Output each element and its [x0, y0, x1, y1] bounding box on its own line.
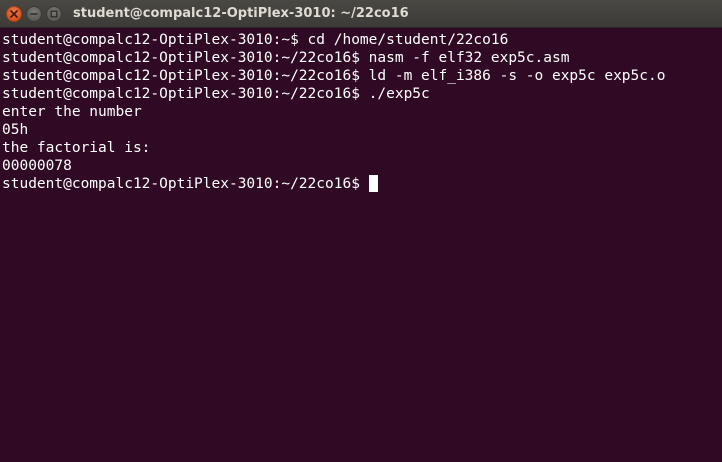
minimize-button[interactable]	[26, 6, 42, 22]
terminal-line: 05h	[2, 122, 29, 138]
terminal-line: student@compalc12-OptiPlex-3010:~/22co16…	[2, 68, 666, 84]
terminal-output[interactable]: student@compalc12-OptiPlex-3010:~$ cd /h…	[2, 31, 722, 462]
terminal-line: student@compalc12-OptiPlex-3010:~/22co16…	[2, 86, 430, 102]
title-bar[interactable]: student@compalc12-OptiPlex-3010: ~/22co1…	[0, 0, 722, 28]
close-button[interactable]	[6, 6, 22, 22]
terminal-line: student@compalc12-OptiPlex-3010:~$ cd /h…	[2, 32, 509, 48]
shell-prompt: student@compalc12-OptiPlex-3010:~/22co16…	[2, 176, 369, 192]
terminal-line: enter the number	[2, 104, 142, 120]
terminal-line: 00000078	[2, 158, 72, 174]
minimize-icon	[30, 10, 38, 18]
close-icon	[10, 10, 18, 18]
text-cursor	[368, 175, 378, 192]
window-controls	[6, 6, 62, 22]
terminal-window: student@compalc12-OptiPlex-3010: ~/22co1…	[0, 0, 722, 462]
window-title: student@compalc12-OptiPlex-3010: ~/22co1…	[73, 6, 409, 21]
prompt-line[interactable]: student@compalc12-OptiPlex-3010:~/22co16…	[2, 175, 722, 193]
terminal-line: the factorial is:	[2, 140, 151, 156]
maximize-icon	[50, 10, 58, 18]
maximize-button[interactable]	[46, 6, 62, 22]
terminal-line: student@compalc12-OptiPlex-3010:~/22co16…	[2, 50, 570, 66]
